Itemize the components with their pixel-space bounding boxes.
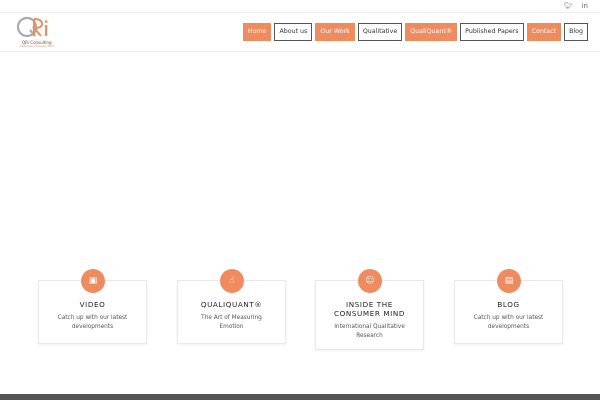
feature-text: The Art of Measuring Emotion [201, 315, 262, 330]
thumbs-up-icon: ☝ [220, 269, 244, 293]
site-header: QRi Consulting Inside the Consumer Mind … [0, 13, 600, 52]
feature-card-blog[interactable]: ▤ BLOG Catch up with our latest developm… [454, 269, 563, 344]
video-icon: ▣ [81, 269, 105, 293]
feature-text: Catch up with our latest developments [473, 315, 544, 330]
logo-mark-icon [16, 16, 48, 38]
twitter-icon[interactable]: 🐦︎ [564, 1, 573, 11]
nav-published-papers[interactable]: Published Papers [460, 23, 524, 41]
nav-qualitative[interactable]: Qualitative [357, 23, 403, 41]
feature-cards: ▣ VIDEO Catch up with our latest develop… [0, 268, 600, 358]
nav-blog[interactable]: Blog [564, 23, 588, 41]
nav-contact[interactable]: Contact [526, 23, 562, 41]
nav-our-work[interactable]: Our Work [315, 23, 355, 41]
social-links: 🐦︎ in [564, 1, 588, 11]
top-bar: 🐦︎ in [0, 0, 600, 13]
user-icon: ☺ [358, 269, 382, 293]
feature-card-video[interactable]: ▣ VIDEO Catch up with our latest develop… [38, 269, 147, 344]
feature-text: International Qualitative Research [334, 324, 405, 339]
footer-bar [0, 394, 600, 400]
nav-about-us[interactable]: About us [274, 23, 313, 41]
logo-tagline: Inside the Consumer Mind [20, 45, 54, 48]
nav-home[interactable]: Home [242, 23, 272, 41]
logo[interactable]: QRi Consulting Inside the Consumer Mind [14, 16, 54, 50]
feature-card-inside-consumer-mind[interactable]: ☺ INSIDE THE CONSUMER MIND International… [315, 269, 424, 350]
linkedin-icon[interactable]: in [582, 1, 588, 11]
feature-text: Catch up with our latest developments [57, 315, 128, 330]
feature-card-qualiquant[interactable]: ☝ QUALIQUANT® The Art of Measuring Emoti… [177, 269, 286, 344]
nav-qualiquant[interactable]: QualiQuant® [405, 23, 458, 41]
blog-icon: ▤ [497, 269, 521, 293]
main-nav: Home About us Our Work Qualitative Quali… [242, 23, 588, 41]
